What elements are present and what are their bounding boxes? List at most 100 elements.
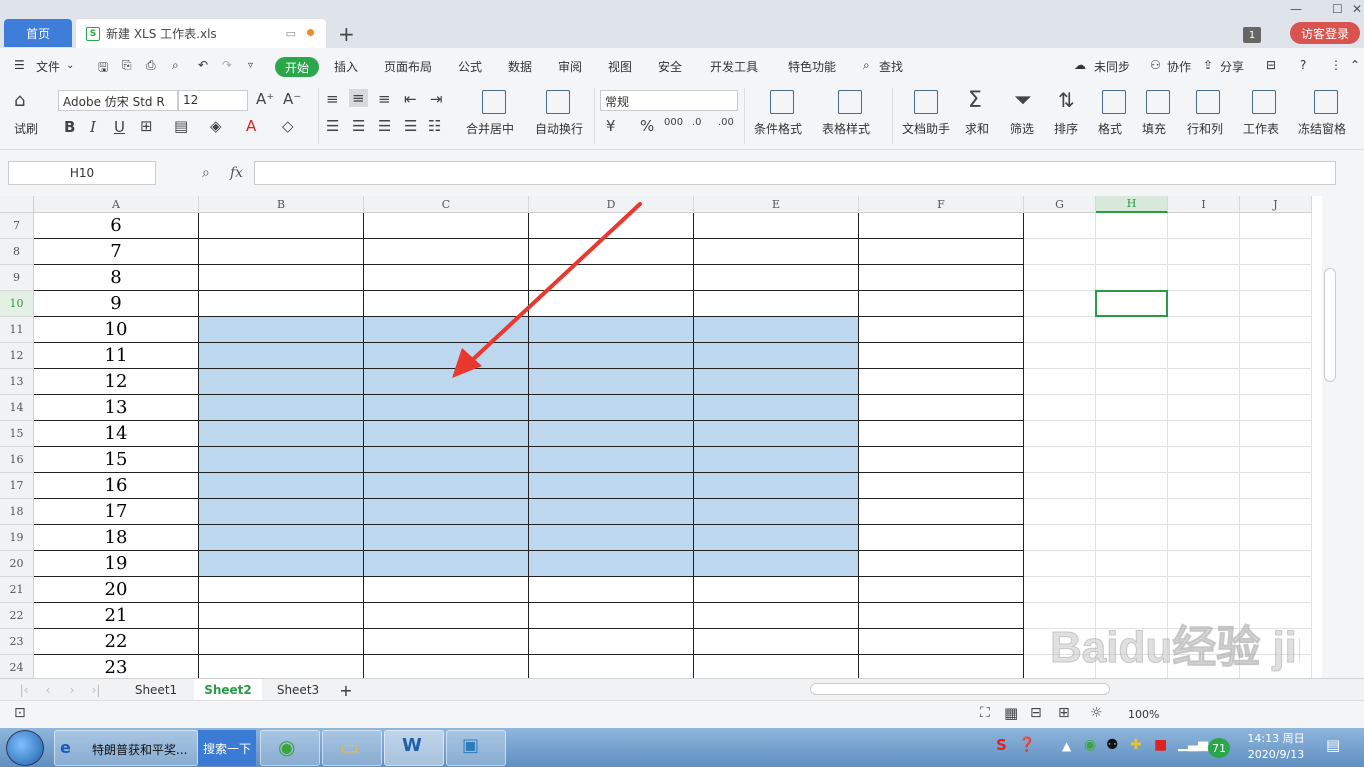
menu-view[interactable]: 视图 (608, 58, 632, 75)
cell-g20[interactable] (1024, 551, 1096, 577)
spreadsheet-grid[interactable]: A B C D E F G H I J 7 6 8 7 9 8 10 9 11 10 12 11 13 12 14 13 15 14 1… (0, 196, 1322, 678)
cell-h12[interactable] (1096, 343, 1168, 369)
cell-a12[interactable]: 11 (34, 343, 199, 369)
cell-j10[interactable] (1240, 291, 1312, 317)
quick-access-dropdown-icon[interactable]: ▿ (248, 60, 253, 71)
filter-icon[interactable]: ⏷ (1014, 88, 1032, 113)
cell-h17[interactable] (1096, 473, 1168, 499)
merge-center-icon[interactable] (482, 90, 506, 114)
cell-j20[interactable] (1240, 551, 1312, 577)
format-painter-label[interactable]: 试刷 (14, 120, 38, 137)
cell-h13[interactable] (1096, 369, 1168, 395)
hamburger-icon[interactable]: ☰ (14, 58, 25, 72)
cell-i14[interactable] (1168, 395, 1240, 421)
table-style-icon[interactable] (838, 90, 862, 114)
windows-start-icon[interactable] (6, 730, 44, 766)
cell-a13[interactable]: 12 (34, 369, 199, 395)
column-header-i[interactable]: I (1168, 196, 1240, 213)
fill-style-icon[interactable]: ▤ (174, 117, 188, 135)
merge-center-button[interactable]: 合并居中 (466, 120, 514, 137)
cell-e19[interactable] (694, 525, 859, 551)
cell-c10[interactable] (364, 291, 529, 317)
row-header-7[interactable]: 7 (0, 213, 34, 239)
cell-i15[interactable] (1168, 421, 1240, 447)
cell-i11[interactable] (1168, 317, 1240, 343)
cell-j16[interactable] (1240, 447, 1312, 473)
eye-protect-icon[interactable]: ☼ (1090, 705, 1103, 721)
align-center-icon[interactable]: ☰ (352, 117, 365, 135)
export-icon[interactable]: ⎘ (122, 58, 132, 73)
cell-b7[interactable] (199, 213, 364, 239)
cell-d22[interactable] (529, 603, 694, 629)
zoom-icon[interactable]: ⌕ (202, 165, 210, 181)
thousands-icon[interactable]: 000 (664, 117, 683, 128)
column-header-d[interactable]: D (529, 196, 694, 213)
cell-h7[interactable] (1096, 213, 1168, 239)
cell-a24[interactable]: 23 (34, 655, 199, 678)
last-sheet-icon[interactable]: ›| (86, 679, 106, 701)
worksheet-icon[interactable] (1252, 90, 1276, 114)
cell-d9[interactable] (529, 265, 694, 291)
cell-c21[interactable] (364, 577, 529, 603)
first-sheet-icon[interactable]: |‹ (14, 679, 34, 701)
cell-f14[interactable] (859, 395, 1024, 421)
cell-e20[interactable] (694, 551, 859, 577)
menu-developer[interactable]: 开发工具 (710, 58, 758, 75)
cell-j21[interactable] (1240, 577, 1312, 603)
cell-a11[interactable]: 10 (34, 317, 199, 343)
print-icon[interactable]: ⎙ (146, 58, 156, 73)
menu-security[interactable]: 安全 (658, 58, 682, 75)
vertical-scroll-thumb[interactable] (1324, 268, 1336, 382)
tab-document[interactable]: S 新建 XLS 工作表.xls ▭ (76, 19, 326, 48)
wrap-text-button[interactable]: 自动换行 (535, 120, 583, 137)
worksheet-button[interactable]: 工作表 (1243, 120, 1279, 137)
borders-icon[interactable]: ⊞ (140, 117, 153, 135)
cell-g10[interactable] (1024, 291, 1096, 317)
cell-g12[interactable] (1024, 343, 1096, 369)
row-header-17[interactable]: 17 (0, 473, 34, 499)
row-header-16[interactable]: 16 (0, 447, 34, 473)
redo-icon[interactable]: ↷ (222, 58, 232, 72)
cell-h20[interactable] (1096, 551, 1168, 577)
cell-c22[interactable] (364, 603, 529, 629)
fill-color-icon[interactable]: ◈ (210, 117, 222, 135)
help-icon[interactable]: ? (1300, 58, 1306, 72)
row-column-button[interactable]: 行和列 (1187, 120, 1223, 137)
cell-h8[interactable] (1096, 239, 1168, 265)
cell-b20[interactable] (199, 551, 364, 577)
cell-d14[interactable] (529, 395, 694, 421)
cell-i13[interactable] (1168, 369, 1240, 395)
menu-special[interactable]: 特色功能 (788, 58, 836, 75)
new-tab-button[interactable]: + (338, 22, 355, 46)
page-break-icon[interactable]: ⊟ (1030, 705, 1042, 721)
prev-sheet-icon[interactable]: ‹ (38, 679, 58, 701)
minimize-ribbon-icon[interactable]: ⊟ (1266, 58, 1276, 72)
cell-a8[interactable]: 7 (34, 239, 199, 265)
fill-icon[interactable] (1146, 90, 1170, 114)
underline-icon[interactable]: U (114, 118, 125, 136)
undo-icon[interactable]: ↶ (198, 58, 208, 72)
align-top-icon[interactable]: ≡ (326, 90, 339, 108)
cell-c11[interactable] (364, 317, 529, 343)
cell-i12[interactable] (1168, 343, 1240, 369)
format-button[interactable]: 格式 (1098, 120, 1122, 137)
cell-f7[interactable] (859, 213, 1024, 239)
cell-f17[interactable] (859, 473, 1024, 499)
cell-i18[interactable] (1168, 499, 1240, 525)
cell-i16[interactable] (1168, 447, 1240, 473)
align-right-icon[interactable]: ☰ (378, 117, 391, 135)
row-header-12[interactable]: 12 (0, 343, 34, 369)
cell-a7[interactable]: 6 (34, 213, 199, 239)
cell-b11[interactable] (199, 317, 364, 343)
menu-file[interactable]: 文件 (36, 58, 60, 75)
cell-b23[interactable] (199, 629, 364, 655)
cell-j18[interactable] (1240, 499, 1312, 525)
cell-e24[interactable] (694, 655, 859, 678)
cell-c7[interactable] (364, 213, 529, 239)
cell-d17[interactable] (529, 473, 694, 499)
cell-h18[interactable] (1096, 499, 1168, 525)
cell-i19[interactable] (1168, 525, 1240, 551)
cell-a9[interactable]: 8 (34, 265, 199, 291)
cell-e16[interactable] (694, 447, 859, 473)
column-header-e[interactable]: E (694, 196, 859, 213)
